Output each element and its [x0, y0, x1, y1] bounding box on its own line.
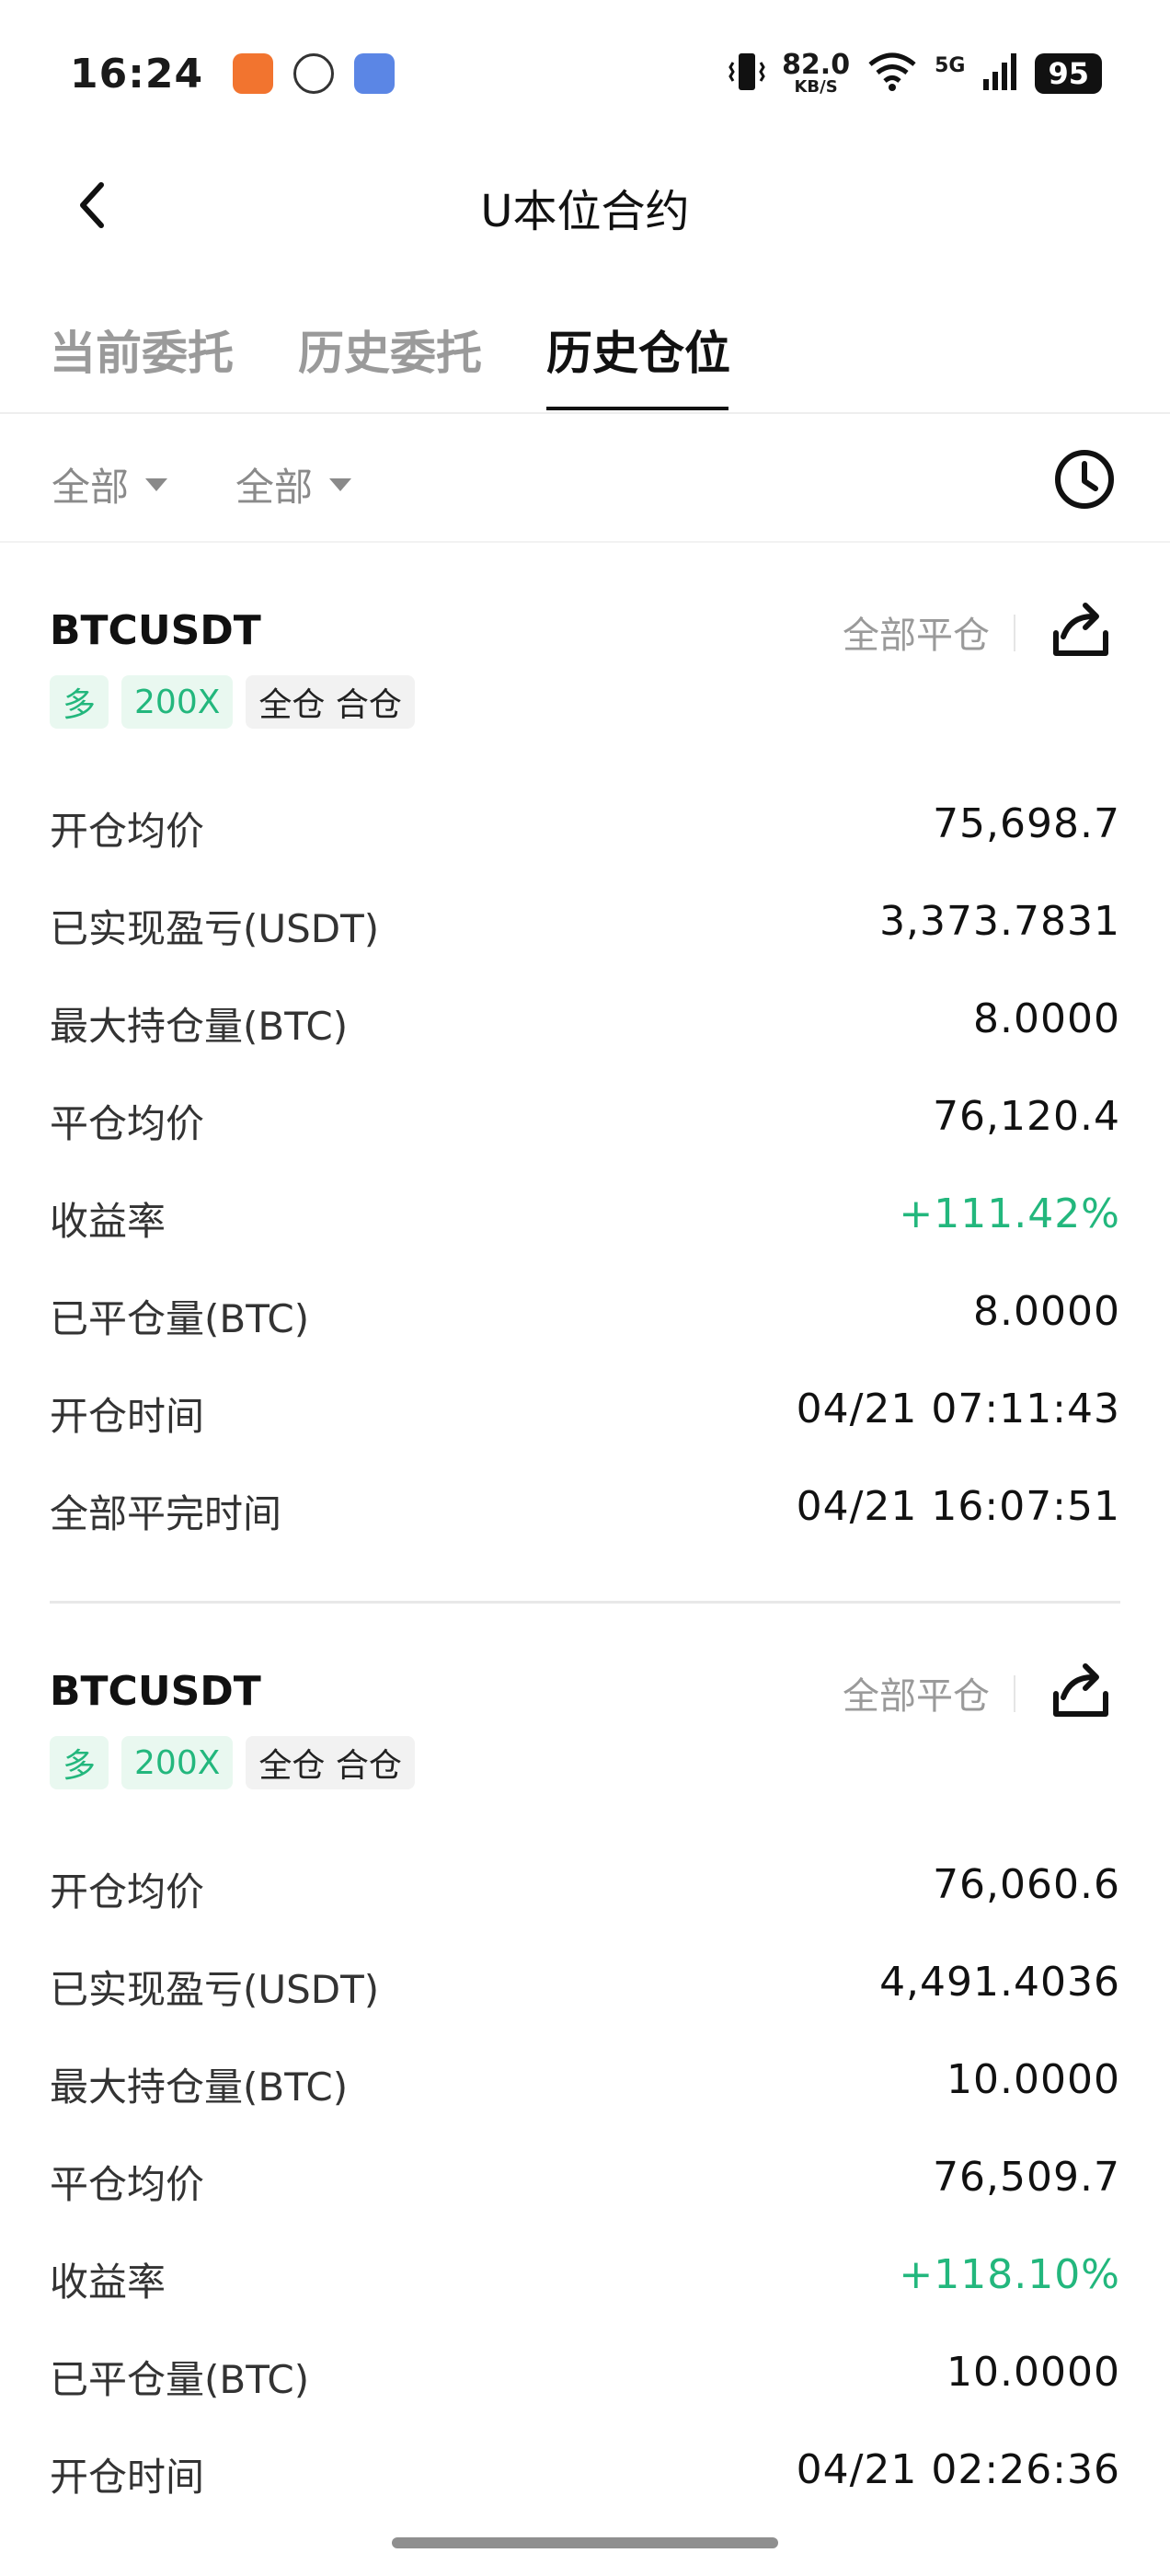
- status-bar: 16:24 82.0 KB/S 5G 95: [0, 0, 1170, 147]
- row-value: 75,698.7: [933, 800, 1120, 847]
- speed-unit: KB/S: [794, 77, 838, 97]
- row-value: 10.0000: [946, 2349, 1120, 2396]
- title-bar: U本位合约: [0, 147, 1170, 267]
- app-icon: [293, 53, 335, 94]
- active-tab-indicator: [546, 407, 728, 410]
- status-indicators: 82.0 KB/S 5G 95: [728, 49, 1102, 98]
- battery-indicator: 95: [1035, 53, 1102, 94]
- row-label: 最大持仓量(BTC): [50, 2064, 349, 2110]
- network-type: 5G: [935, 54, 966, 77]
- row-label: 已实现盈亏(USDT): [50, 906, 380, 951]
- side-tag: 多: [50, 1736, 109, 1789]
- row-value: 76,060.6: [933, 1861, 1120, 1908]
- row-value: 8.0000: [973, 1288, 1120, 1335]
- detail-row: 最大持仓量(BTC) 8.0000: [50, 995, 1120, 1093]
- app-icon: [354, 53, 396, 94]
- close-all-button[interactable]: 全部平仓: [843, 605, 990, 659]
- roi-value: +111.42%: [899, 1190, 1120, 1237]
- notification-icons: [233, 53, 396, 94]
- share-icon: [1053, 603, 1108, 656]
- row-label: 平仓均价: [50, 1101, 205, 1146]
- position-tags: 多 200X 全仓 合仓: [50, 1736, 415, 1789]
- share-button[interactable]: [1049, 598, 1113, 662]
- position-details: 开仓均价 76,060.6 已实现盈亏(USDT) 4,491.4036 最大持仓量…: [50, 1861, 1120, 2544]
- leverage-tag: 200X: [121, 1736, 234, 1789]
- detail-row: 开仓时间 04/21 07:11:43: [50, 1386, 1120, 1483]
- row-label: 开仓均价: [50, 809, 205, 854]
- wifi-icon: [866, 52, 918, 96]
- row-label: 开仓时间: [50, 2455, 205, 2500]
- detail-row: 收益率 +118.10%: [50, 2251, 1120, 2349]
- detail-row: 已平仓量(BTC) 8.0000: [50, 1288, 1120, 1386]
- page-title: U本位合约: [480, 186, 690, 237]
- clock-icon: [1055, 450, 1114, 509]
- network-speed: 82.0 KB/S: [782, 52, 850, 96]
- caret-down-icon: [329, 477, 352, 491]
- row-value: 4,491.4036: [879, 1959, 1120, 2006]
- leverage-tag: 200X: [121, 675, 234, 729]
- row-label: 开仓均价: [50, 1869, 205, 1915]
- detail-row: 收益率 +111.42%: [50, 1190, 1120, 1288]
- separator: [1014, 1675, 1015, 1712]
- row-value: 04/21 02:26:36: [796, 2446, 1120, 2493]
- detail-row: 已实现盈亏(USDT) 4,491.4036: [50, 1959, 1120, 2056]
- signal-icon: [981, 52, 1018, 96]
- card-divider: [50, 1601, 1120, 1604]
- detail-row: 开仓均价 75,698.7: [50, 800, 1120, 898]
- row-label: 收益率: [50, 1199, 166, 1244]
- detail-row: 全部平完时间 04/21 16:07:51: [50, 1483, 1120, 1581]
- row-label: 开仓时间: [50, 1394, 205, 1439]
- row-value: 3,373.7831: [879, 898, 1120, 945]
- tab-order-history[interactable]: 历史委托: [298, 316, 482, 383]
- close-all-button[interactable]: 全部平仓: [843, 1666, 990, 1719]
- row-label: 最大持仓量(BTC): [50, 1004, 349, 1049]
- share-icon: [1053, 1663, 1108, 1717]
- tab-position-history[interactable]: 历史仓位: [546, 316, 730, 383]
- time-filter-button[interactable]: [1052, 447, 1117, 512]
- row-value: 76,509.7: [933, 2154, 1120, 2201]
- status-time: 16:24: [70, 50, 204, 98]
- home-indicator[interactable]: [392, 2537, 778, 2548]
- separator: [1014, 615, 1015, 651]
- detail-row: 开仓时间 04/21 02:26:36: [50, 2446, 1120, 2544]
- detail-row: 已实现盈亏(USDT) 3,373.7831: [50, 898, 1120, 995]
- row-label: 已实现盈亏(USDT): [50, 1967, 380, 2012]
- detail-row: 最大持仓量(BTC) 10.0000: [50, 2056, 1120, 2154]
- margin-mode-tag: 全仓 合仓: [246, 1736, 415, 1789]
- row-value: 04/21 07:11:43: [796, 1386, 1120, 1432]
- caret-down-icon: [145, 477, 168, 491]
- vibrate-icon: [728, 49, 765, 98]
- row-value: 8.0000: [973, 995, 1120, 1042]
- position-details: 开仓均价 75,698.7 已实现盈亏(USDT) 3,373.7831 最大持仓量…: [50, 800, 1120, 1581]
- detail-row: 开仓均价 76,060.6: [50, 1861, 1120, 1959]
- row-value: 10.0000: [946, 2056, 1120, 2103]
- filter-dropdown-2[interactable]: 全部: [235, 456, 352, 512]
- row-label: 已平仓量(BTC): [50, 2357, 310, 2402]
- share-button[interactable]: [1049, 1659, 1113, 1723]
- position-symbol: BTCUSDT: [50, 607, 261, 654]
- roi-value: +118.10%: [899, 2251, 1120, 2298]
- filter-bar: 全部 全部: [0, 416, 1170, 543]
- filter-dropdown-1[interactable]: 全部: [52, 456, 168, 512]
- position-tags: 多 200X 全仓 合仓: [50, 675, 415, 729]
- row-label: 已平仓量(BTC): [50, 1296, 310, 1341]
- row-value: 04/21 16:07:51: [796, 1483, 1120, 1530]
- position-symbol: BTCUSDT: [50, 1668, 261, 1715]
- tab-bar: 当前委托 历史委托 历史仓位: [0, 304, 1170, 414]
- detail-row: 已平仓量(BTC) 10.0000: [50, 2349, 1120, 2446]
- row-value: 76,120.4: [933, 1093, 1120, 1140]
- app-icon: [233, 53, 274, 94]
- app-screen: 16:24 82.0 KB/S 5G 95 U本位合约 当前委托 历史委托 历史…: [0, 0, 1170, 2576]
- filter-label: 全部: [235, 465, 314, 510]
- margin-mode-tag: 全仓 合仓: [246, 675, 415, 729]
- row-label: 全部平完时间: [50, 1491, 282, 1536]
- tab-current-orders[interactable]: 当前委托: [50, 316, 234, 383]
- side-tag: 多: [50, 675, 109, 729]
- speed-value: 82.0: [782, 49, 851, 81]
- detail-row: 平仓均价 76,120.4: [50, 1093, 1120, 1190]
- row-label: 平仓均价: [50, 2162, 205, 2207]
- detail-row: 平仓均价 76,509.7: [50, 2154, 1120, 2251]
- filter-label: 全部: [52, 465, 130, 510]
- row-label: 收益率: [50, 2260, 166, 2305]
